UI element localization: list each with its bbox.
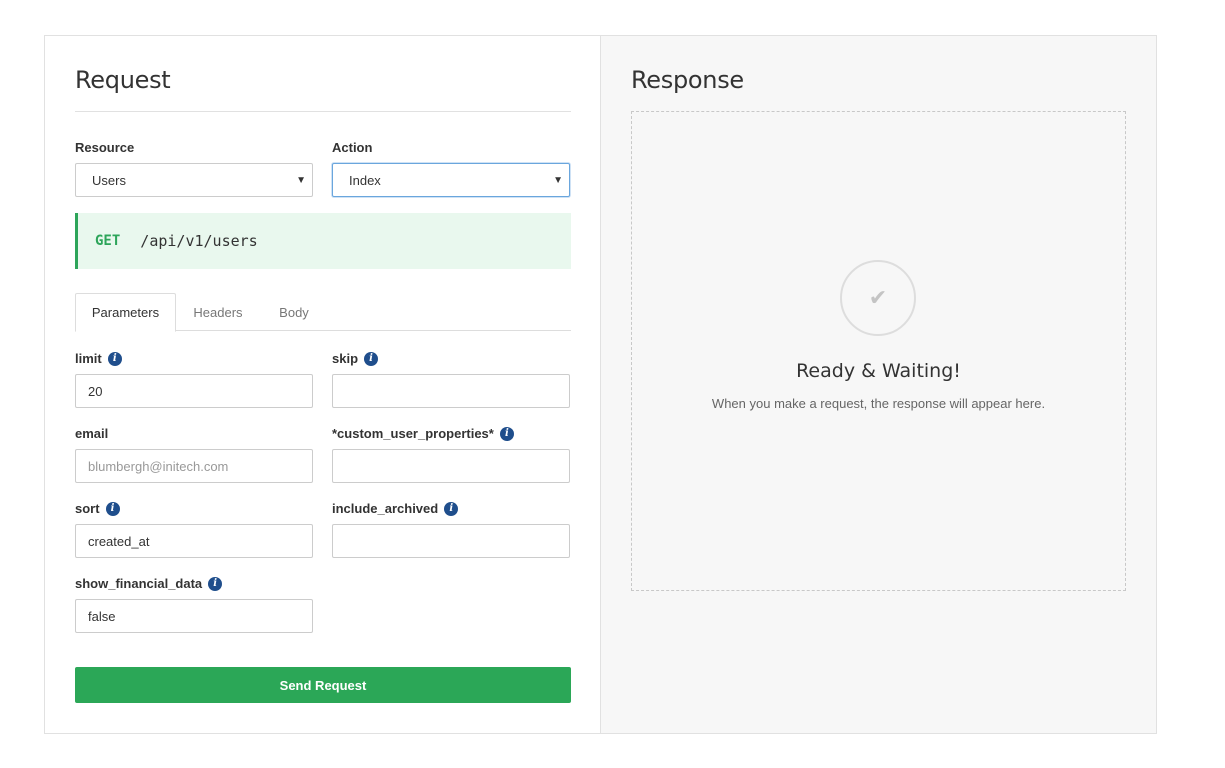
- resource-select[interactable]: Users ▼: [75, 163, 313, 197]
- waiting-subtitle: When you make a request, the response wi…: [711, 396, 1046, 411]
- info-icon[interactable]: i: [105, 501, 120, 516]
- info-icon[interactable]: i: [107, 351, 122, 366]
- custom-user-properties-label: *custom_user_properties* i: [332, 426, 514, 441]
- sort-input[interactable]: created_at: [75, 524, 313, 558]
- resource-label-text: Resource: [75, 140, 135, 155]
- skip-label: skip i: [332, 351, 379, 366]
- info-icon[interactable]: i: [208, 576, 223, 591]
- title-divider: [75, 111, 571, 112]
- limit-label-text: limit: [75, 351, 102, 366]
- limit-input[interactable]: 20: [75, 374, 313, 408]
- api-console: Request Resource Users ▼ Action Index ▼ …: [44, 35, 1157, 734]
- email-label-text: email: [75, 426, 109, 441]
- sort-label: sort i: [75, 501, 120, 516]
- sort-label-text: sort: [75, 501, 100, 516]
- response-panel: Response ✔ Ready & Waiting! When you mak…: [601, 36, 1156, 733]
- status-circle: ✔: [840, 260, 916, 336]
- include-archived-label-text: include_archived: [332, 501, 439, 516]
- request-title: Request: [75, 66, 171, 94]
- custom-user-properties-label-text: *custom_user_properties*: [332, 426, 494, 441]
- custom-user-properties-input[interactable]: [332, 449, 570, 483]
- send-request-button[interactable]: Send Request: [75, 667, 571, 703]
- action-select[interactable]: Index ▼: [332, 163, 570, 197]
- request-tabs: Parameters Headers Body: [75, 293, 571, 332]
- chevron-down-icon: ▼: [553, 175, 563, 186]
- action-label: Action: [332, 140, 372, 155]
- show-financial-data-label-text: show_financial_data: [75, 576, 203, 591]
- include-archived-input[interactable]: [332, 524, 570, 558]
- action-label-text: Action: [332, 140, 373, 155]
- skip-input[interactable]: [332, 374, 570, 408]
- endpoint-path: /api/v1/users: [140, 232, 258, 250]
- endpoint-display: GET /api/v1/users: [75, 213, 571, 269]
- info-icon[interactable]: i: [444, 501, 459, 516]
- request-panel: Request Resource Users ▼ Action Index ▼ …: [45, 36, 601, 733]
- chevron-down-icon: ▼: [296, 175, 306, 186]
- tab-body[interactable]: Body: [261, 293, 327, 331]
- limit-label: limit i: [75, 351, 122, 366]
- waiting-title: Ready & Waiting!: [796, 360, 961, 382]
- response-title: Response: [631, 66, 744, 94]
- checkmark-icon: ✔: [868, 285, 888, 310]
- resource-label: Resource: [75, 140, 134, 155]
- tab-headers[interactable]: Headers: [183, 293, 253, 331]
- info-icon[interactable]: i: [499, 426, 514, 441]
- tab-parameters[interactable]: Parameters: [75, 293, 176, 332]
- info-icon[interactable]: i: [364, 351, 379, 366]
- resource-select-value: Users: [92, 172, 126, 188]
- action-select-value: Index: [349, 172, 381, 188]
- email-label: email: [75, 426, 108, 441]
- include-archived-label: include_archived i: [332, 501, 459, 516]
- email-input[interactable]: blumbergh@initech.com: [75, 449, 313, 483]
- show-financial-data-label: show_financial_data i: [75, 576, 223, 591]
- http-method-badge: GET: [95, 233, 121, 249]
- response-area: ✔ Ready & Waiting! When you make a reque…: [631, 111, 1126, 591]
- skip-label-text: skip: [332, 351, 359, 366]
- show-financial-data-input[interactable]: false: [75, 599, 313, 633]
